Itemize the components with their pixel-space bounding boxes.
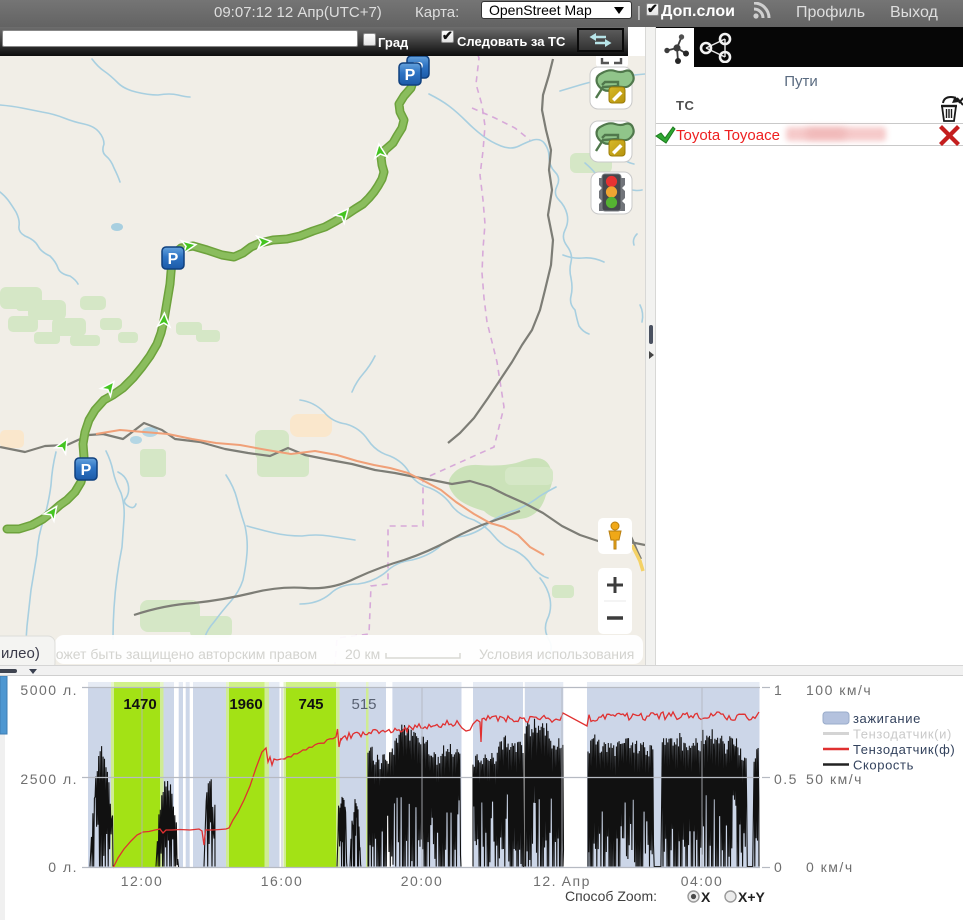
svg-text:1470: 1470	[123, 696, 156, 713]
svg-text:0: 0	[774, 859, 783, 875]
svg-text:Условия использования: Условия использования	[479, 646, 634, 662]
svg-text:P: P	[168, 251, 179, 268]
svg-text:X+Y: X+Y	[738, 889, 766, 905]
svg-text:1960: 1960	[229, 696, 262, 713]
svg-text:5000 л.: 5000 л.	[20, 682, 78, 698]
svg-text:1: 1	[774, 682, 783, 698]
svg-text:0.5: 0.5	[774, 771, 798, 787]
svg-text:04:00: 04:00	[681, 873, 724, 889]
svg-text:P: P	[405, 67, 416, 84]
svg-text:745: 745	[298, 696, 323, 713]
svg-text:20 км: 20 км	[345, 646, 380, 662]
svg-text:X: X	[701, 889, 711, 905]
svg-text:20:00: 20:00	[401, 873, 444, 889]
svg-text:12:00: 12:00	[121, 873, 164, 889]
svg-text:P: P	[81, 462, 92, 479]
svg-text:Тензодатчик(ф): Тензодатчик(ф)	[853, 742, 955, 757]
svg-text:зажигание: зажигание	[853, 711, 921, 726]
svg-text:Тензодатчик(и): Тензодатчик(и)	[853, 727, 952, 742]
svg-text:Скорость: Скорость	[853, 758, 914, 773]
svg-text:0 км/ч: 0 км/ч	[806, 859, 854, 875]
svg-text:16:00: 16:00	[261, 873, 304, 889]
svg-text:50 км/ч: 50 км/ч	[806, 771, 863, 787]
svg-text:2500 л.: 2500 л.	[20, 771, 78, 787]
svg-text:12. Aпр: 12. Aпр	[533, 873, 591, 889]
svg-text:Способ Zoom:: Способ Zoom:	[565, 888, 657, 904]
svg-text:0 л.: 0 л.	[48, 859, 78, 875]
svg-text:515: 515	[351, 696, 376, 713]
svg-text:илео): илео)	[1, 645, 40, 662]
svg-text:100 км/ч: 100 км/ч	[806, 682, 872, 698]
